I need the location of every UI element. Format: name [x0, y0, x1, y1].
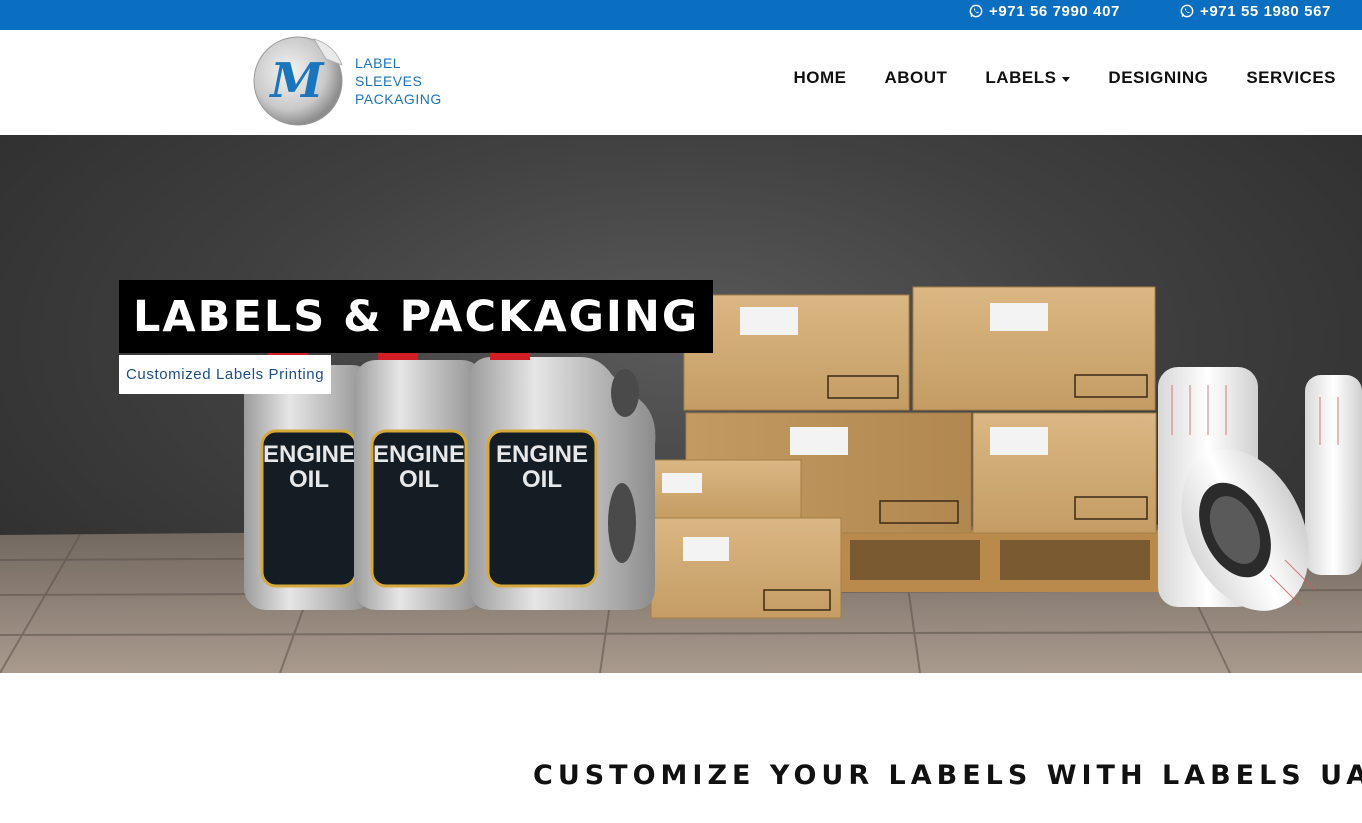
hero-title-text: LABELS & PACKAGING [133, 291, 700, 342]
section-heading: CUSTOMIZE YOUR LABELS WITH LABELS UAE [533, 760, 1362, 791]
logo-line-2: SLEEVES [355, 73, 423, 89]
jug-label-1-line1: ENGINE [263, 441, 355, 468]
hero-banner: ENGINE OIL ENGINE OIL ENGINE OIL [0, 135, 1362, 673]
whatsapp-icon [969, 4, 983, 18]
jug-label-3-line2: OIL [522, 466, 562, 493]
nav-about[interactable]: ABOUT [884, 68, 947, 88]
phone-link-1[interactable]: +971 56 7990 407 [969, 2, 1120, 20]
site-header: M LABEL SLEEVES PACKAGING HOME ABOUT LAB… [0, 30, 1362, 135]
logo-text: LABEL SLEEVES PACKAGING [355, 55, 442, 107]
jug-label-3-line1: ENGINE [496, 441, 588, 468]
svg-text:M: M [268, 53, 325, 109]
phone-number-2: +971 55 1980 567 [1200, 2, 1331, 20]
logo-badge-icon: M [253, 36, 343, 126]
nav-services-label: SERVICES [1246, 68, 1336, 87]
nav-home[interactable]: HOME [793, 68, 846, 88]
hero-image: ENGINE OIL ENGINE OIL ENGINE OIL [0, 286, 1362, 673]
nav-about-label: ABOUT [884, 68, 948, 87]
nav-designing-label: DESIGNING [1108, 68, 1209, 87]
hero-subtitle-text: Customized Labels Printing [126, 366, 325, 383]
main-nav: HOME ABOUT LABELS DESIGNING SERVICES [793, 68, 1336, 88]
jug-label-1-line2: OIL [289, 466, 329, 493]
site-logo[interactable]: M LABEL SLEEVES PACKAGING [252, 33, 462, 128]
jug-label-2-line2: OIL [399, 466, 439, 493]
nav-home-label: HOME [793, 68, 847, 87]
jug-label-2-line1: ENGINE [373, 441, 465, 468]
nav-labels-label: LABELS [985, 68, 1057, 87]
nav-labels-dropdown[interactable]: LABELS [985, 68, 1071, 88]
nav-services[interactable]: SERVICES [1246, 68, 1336, 88]
phone-link-2[interactable]: +971 55 1980 567 [1180, 2, 1331, 20]
hero-subtitle: Customized Labels Printing [119, 355, 332, 394]
caret-down-icon [1062, 76, 1071, 82]
phone-number-1: +971 56 7990 407 [989, 2, 1120, 20]
logo-line-1: LABEL [355, 55, 402, 71]
top-contact-bar: +971 56 7990 407 +971 55 1980 567 [0, 0, 1362, 30]
hero-title: LABELS & PACKAGING [119, 280, 714, 353]
logo-line-3: PACKAGING [355, 91, 442, 107]
nav-designing[interactable]: DESIGNING [1108, 68, 1208, 88]
whatsapp-icon [1180, 4, 1194, 18]
